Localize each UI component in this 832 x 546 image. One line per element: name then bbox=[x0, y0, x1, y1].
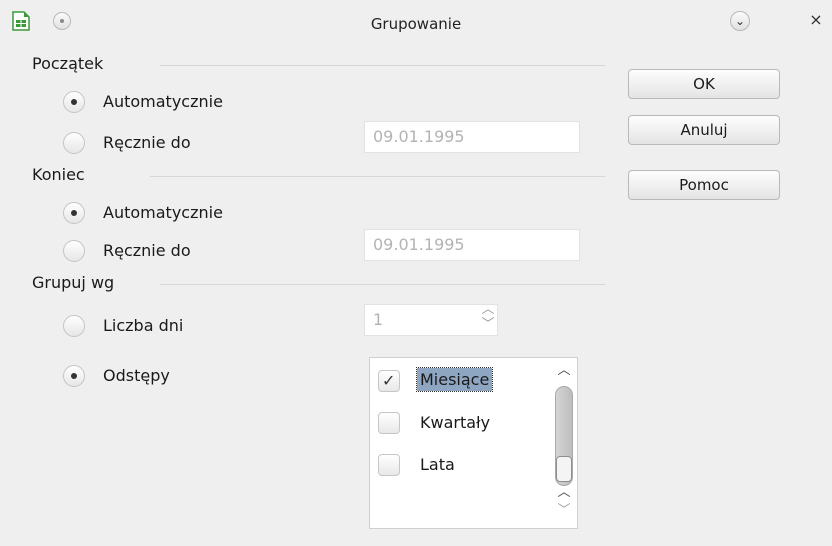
list-item-quarters[interactable]: Kwartały bbox=[374, 407, 550, 441]
days-radio[interactable] bbox=[63, 315, 85, 337]
list-item-months[interactable]: ✓ Miesiące bbox=[374, 365, 550, 399]
days-spin-down-icon[interactable]: ﹀ bbox=[478, 318, 498, 332]
end-auto-label: Automatycznie bbox=[103, 203, 223, 222]
days-label: Liczba dni bbox=[103, 316, 184, 335]
check-icon: ✓ bbox=[382, 371, 396, 390]
list-item-years[interactable]: Lata bbox=[374, 449, 550, 483]
months-label: Miesiące bbox=[415, 367, 494, 392]
start-auto-label: Automatycznie bbox=[103, 92, 223, 111]
scroll-up-lower-icon[interactable]: ︿ bbox=[554, 486, 574, 500]
intervals-listbox[interactable]: ✓ Miesiące Kwartały Lata bbox=[369, 357, 578, 529]
start-manual-radio[interactable] bbox=[63, 132, 85, 154]
group-by-separator bbox=[160, 284, 605, 285]
end-auto-radio[interactable] bbox=[63, 202, 85, 224]
end-manual-radio[interactable] bbox=[63, 240, 85, 262]
start-date-field[interactable]: 09.01.1995 bbox=[364, 121, 580, 153]
group-by-section-label: Grupuj wg bbox=[32, 273, 115, 292]
minimize-icon[interactable]: ⌄ bbox=[730, 11, 750, 31]
cancel-button[interactable]: Anuluj bbox=[628, 115, 780, 145]
intervals-label: Odstępy bbox=[103, 366, 170, 385]
quarters-label: Kwartały bbox=[420, 413, 491, 432]
help-button[interactable]: Pomoc bbox=[628, 170, 780, 200]
list-scrollbar[interactable]: ︿ ︿ ﹀ bbox=[554, 360, 574, 525]
start-section-label: Początek bbox=[32, 54, 104, 73]
quarters-checkbox[interactable] bbox=[378, 412, 400, 434]
title-bar: Grupowanie ⌄ × bbox=[0, 0, 832, 44]
years-label: Lata bbox=[420, 455, 455, 474]
intervals-radio[interactable] bbox=[63, 365, 85, 387]
years-checkbox[interactable] bbox=[378, 454, 400, 476]
start-auto-radio[interactable] bbox=[63, 91, 85, 113]
scroll-up-icon[interactable]: ︿ bbox=[554, 364, 574, 378]
start-separator bbox=[160, 65, 605, 66]
start-manual-label: Ręcznie do bbox=[103, 133, 191, 152]
end-date-field[interactable]: 09.01.1995 bbox=[364, 229, 580, 261]
ok-button[interactable]: OK bbox=[628, 69, 780, 99]
scroll-down-icon[interactable]: ﹀ bbox=[554, 504, 574, 518]
scroll-thumb-grip[interactable] bbox=[556, 456, 572, 482]
end-manual-label: Ręcznie do bbox=[103, 241, 191, 260]
months-checkbox[interactable]: ✓ bbox=[378, 370, 400, 392]
close-icon[interactable]: × bbox=[806, 11, 826, 31]
window-title: Grupowanie bbox=[370, 15, 462, 33]
end-section-label: Koniec bbox=[32, 165, 85, 184]
days-spin-up-icon[interactable]: ︿ bbox=[478, 303, 498, 317]
days-value: 1 bbox=[373, 310, 384, 329]
end-separator bbox=[150, 176, 605, 177]
